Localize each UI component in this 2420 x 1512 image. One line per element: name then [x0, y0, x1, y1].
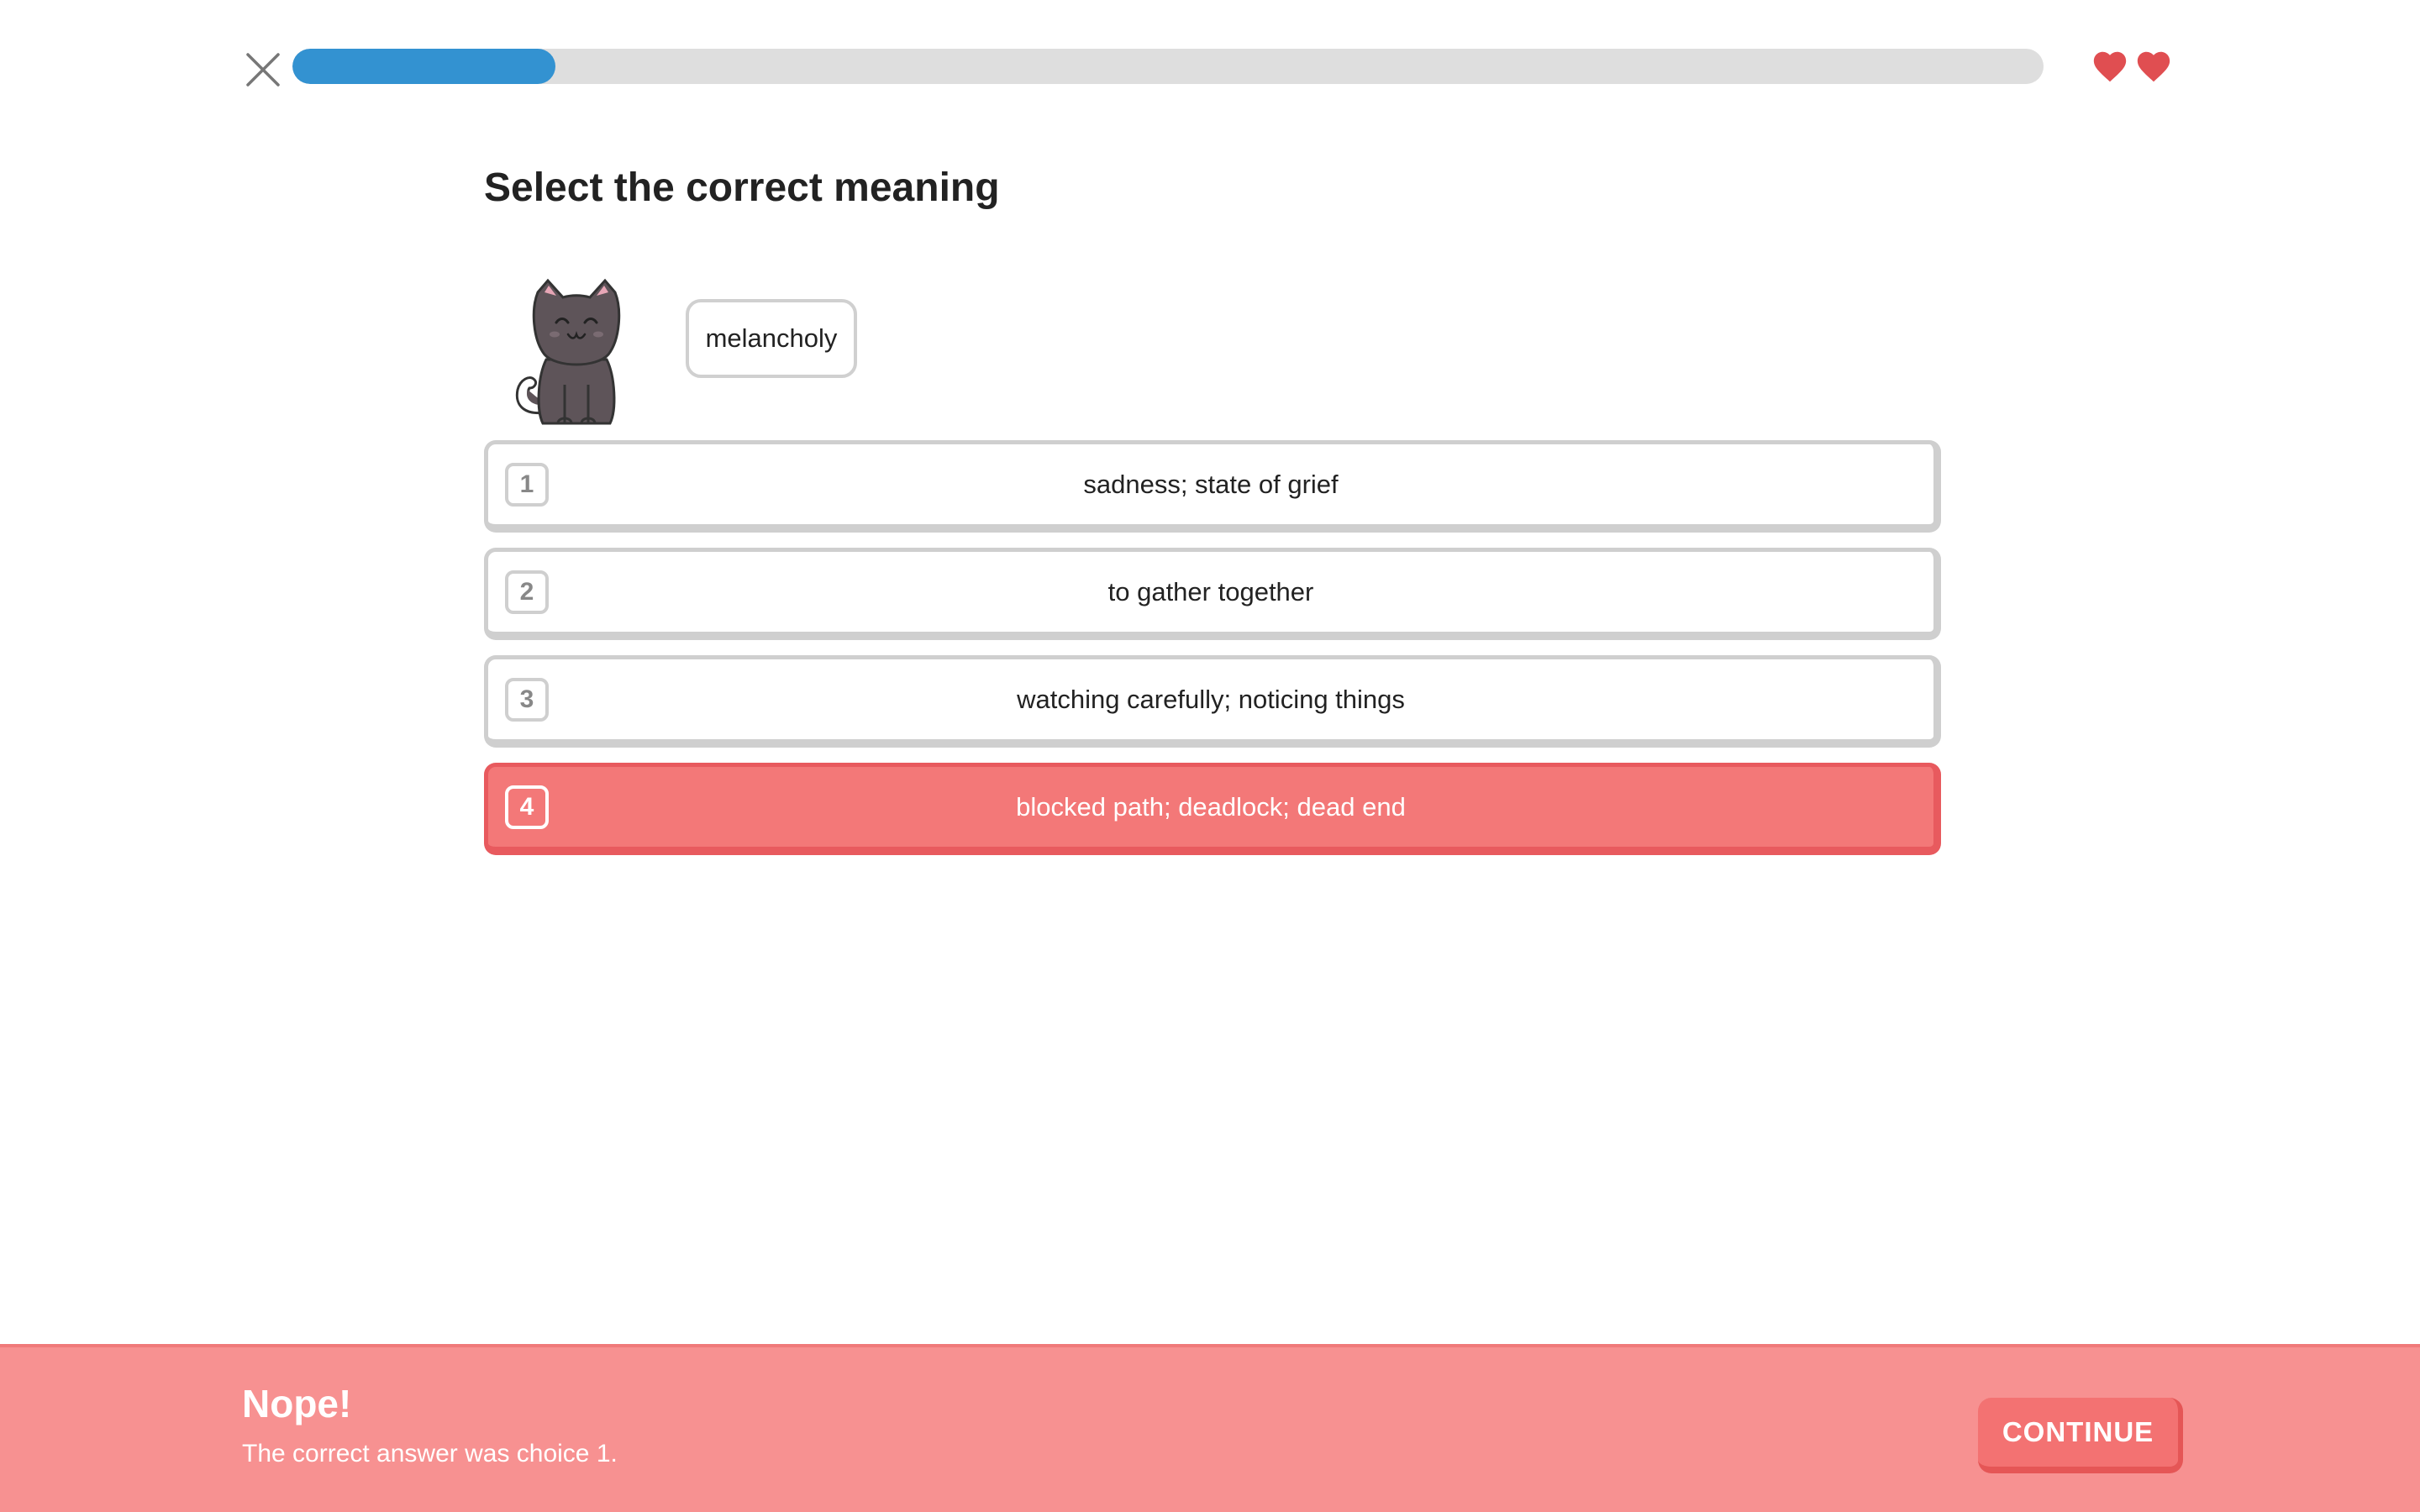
progress-bar-fill — [292, 49, 555, 84]
heart-icon — [2137, 51, 2170, 82]
choice-number: 2 — [505, 570, 549, 614]
target-word: melancholy — [686, 299, 857, 378]
hearts-lives — [2091, 47, 2173, 86]
heart-icon — [2093, 51, 2127, 82]
choice-text: blocked path; deadlock; dead end — [1016, 791, 1406, 822]
feedback-banner: Nope! The correct answer was choice 1. C… — [0, 1344, 2420, 1512]
progress-bar — [292, 49, 2044, 84]
choice-number: 4 — [505, 785, 549, 829]
choice-text: watching carefully; noticing things — [1017, 684, 1405, 714]
prompt-title: Select the correct meaning — [484, 165, 1000, 210]
answer-choices: 1 sadness; state of grief 2 to gather to… — [484, 440, 1941, 870]
quiz-screen: Select the correct meaning melancholy 1 … — [0, 0, 2420, 1512]
close-button[interactable] — [242, 49, 284, 91]
choice-4[interactable]: 4 blocked path; deadlock; dead end — [484, 763, 1941, 855]
choice-3[interactable]: 3 watching carefully; noticing things — [484, 655, 1941, 748]
choice-number: 1 — [505, 463, 549, 507]
feedback-message: The correct answer was choice 1. — [242, 1440, 618, 1467]
choice-number: 3 — [505, 678, 549, 722]
choice-1[interactable]: 1 sadness; state of grief — [484, 440, 1941, 533]
cat-icon — [515, 278, 621, 425]
continue-button[interactable]: CONTINUE — [1978, 1398, 2183, 1473]
choice-2[interactable]: 2 to gather together — [484, 548, 1941, 640]
choice-text: sadness; state of grief — [1083, 469, 1339, 499]
feedback-title: Nope! — [242, 1382, 352, 1425]
close-icon — [246, 53, 280, 87]
choice-text: to gather together — [1107, 576, 1314, 606]
